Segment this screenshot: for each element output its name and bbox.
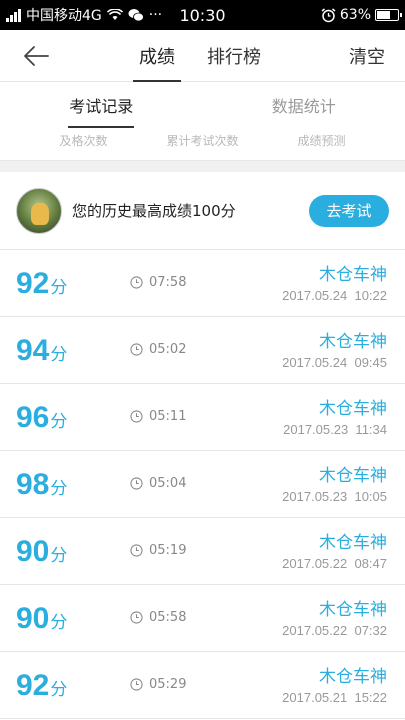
score: 92 分 (16, 669, 67, 703)
avatar (16, 187, 62, 234)
go-exam-button[interactable]: 去考试 (309, 194, 389, 227)
duration: 05:04 (130, 476, 186, 491)
user-name: 木仓车神 (319, 600, 387, 620)
score: 90 分 (16, 535, 67, 569)
signal-icon (6, 8, 21, 22)
best-score-text: 您的历史最高成绩100分 (72, 202, 236, 220)
score-value: 92 (16, 669, 50, 702)
tab-data-statistics[interactable]: 数据统计 (203, 82, 405, 128)
user-name: 木仓车神 (319, 533, 387, 553)
score-unit: 分 (50, 680, 68, 700)
duration-value: 05:11 (149, 409, 187, 424)
score-unit: 分 (50, 345, 68, 365)
clock-icon (130, 276, 143, 289)
tab-leaderboard[interactable]: 排行榜 (201, 30, 267, 82)
clock-icon (130, 477, 143, 490)
score: 90 分 (16, 602, 67, 636)
duration-value: 05:29 (149, 677, 187, 692)
score-value: 90 (16, 602, 50, 635)
record-row[interactable]: 90 分 05:19 木仓车神 2017.05.22 08:47 (0, 518, 405, 585)
battery-icon (375, 9, 402, 21)
record-row[interactable]: 98 分 05:04 木仓车神 2017.05.23 10:05 (0, 451, 405, 518)
score-unit: 分 (50, 479, 68, 499)
duration-value: 05:58 (149, 610, 187, 625)
clear-button[interactable]: 清空 (349, 30, 385, 82)
duration: 05:11 (130, 409, 186, 424)
best-score-card: 您的历史最高成绩100分 去考试 (0, 172, 405, 250)
stat-label-prediction: 成绩预测 (297, 133, 346, 148)
alarm-icon (321, 7, 336, 22)
clock-icon (130, 678, 143, 691)
score-value: 94 (16, 334, 50, 367)
clock-icon (130, 410, 143, 423)
duration-value: 07:58 (149, 275, 187, 290)
duration: 05:58 (130, 610, 186, 625)
record-datetime: 2017.05.22 07:32 (282, 623, 387, 638)
clock-icon (130, 544, 143, 557)
score: 98 分 (16, 468, 67, 502)
user-name: 木仓车神 (319, 265, 387, 285)
record-row[interactable]: 92 分 07:58 木仓车神 2017.05.24 10:22 (0, 250, 405, 317)
wechat-icon (128, 9, 144, 22)
score-value: 92 (16, 267, 50, 300)
score: 92 分 (16, 267, 67, 301)
record-datetime: 2017.05.24 10:22 (282, 288, 387, 303)
duration: 05:02 (130, 342, 186, 357)
tab-scores[interactable]: 成绩 (133, 30, 181, 82)
score-unit: 分 (50, 546, 68, 566)
duration-value: 05:04 (149, 476, 187, 491)
stat-label-total-exams: 累计考试次数 (166, 133, 239, 148)
back-button[interactable] (20, 40, 52, 72)
record-row[interactable]: 96 分 05:11 木仓车神 2017.05.23 11:34 (0, 384, 405, 451)
duration: 05:19 (130, 543, 186, 558)
duration-value: 05:19 (149, 543, 187, 558)
stats-labels: 及格次数 累计考试次数 成绩预测 (0, 128, 405, 152)
top-navigation: 成绩 排行榜 清空 (0, 30, 405, 82)
carrier-label: 中国移动4G (26, 8, 102, 24)
record-row[interactable]: 90 分 05:58 木仓车神 2017.05.22 07:32 (0, 585, 405, 652)
section-divider (0, 160, 405, 172)
duration-value: 05:02 (149, 342, 187, 357)
clock-icon (130, 343, 143, 356)
record-datetime: 2017.05.23 11:34 (283, 422, 387, 437)
user-name: 木仓车神 (319, 399, 387, 419)
record-list: 92 分 07:58 木仓车神 2017.05.24 10:22 94 分 05:0… (0, 250, 405, 719)
record-datetime: 2017.05.21 15:22 (282, 690, 387, 705)
score-value: 90 (16, 535, 50, 568)
score-value: 96 (16, 401, 50, 434)
record-datetime: 2017.05.24 09:45 (282, 355, 387, 370)
score-unit: 分 (50, 412, 68, 432)
score-value: 98 (16, 468, 50, 501)
user-name: 木仓车神 (319, 667, 387, 687)
status-bar: 中国移动4G ··· 10:30 63% (0, 0, 405, 30)
duration: 05:29 (130, 677, 186, 692)
stat-label-pass-count: 及格次数 (59, 133, 108, 148)
record-datetime: 2017.05.23 10:05 (282, 489, 387, 504)
duration: 07:58 (130, 275, 186, 290)
record-datetime: 2017.05.22 08:47 (282, 556, 387, 571)
record-row[interactable]: 92 分 05:29 木仓车神 2017.05.21 15:22 (0, 652, 405, 719)
clock-icon (130, 611, 143, 624)
user-name: 木仓车神 (319, 332, 387, 352)
battery-percent: 63% (339, 7, 371, 23)
tab-exam-records[interactable]: 考试记录 (0, 82, 203, 128)
score: 94 分 (16, 334, 67, 368)
score: 96 分 (16, 401, 67, 435)
record-row[interactable]: 94 分 05:02 木仓车神 2017.05.24 09:45 (0, 317, 405, 384)
sub-tabs: 考试记录 数据统计 (0, 82, 405, 128)
score-unit: 分 (50, 613, 68, 633)
score-unit: 分 (50, 278, 68, 298)
back-arrow-icon (24, 46, 49, 66)
wifi-icon (106, 9, 123, 20)
user-name: 木仓车神 (319, 466, 387, 486)
more-indicator: ··· (148, 7, 163, 23)
